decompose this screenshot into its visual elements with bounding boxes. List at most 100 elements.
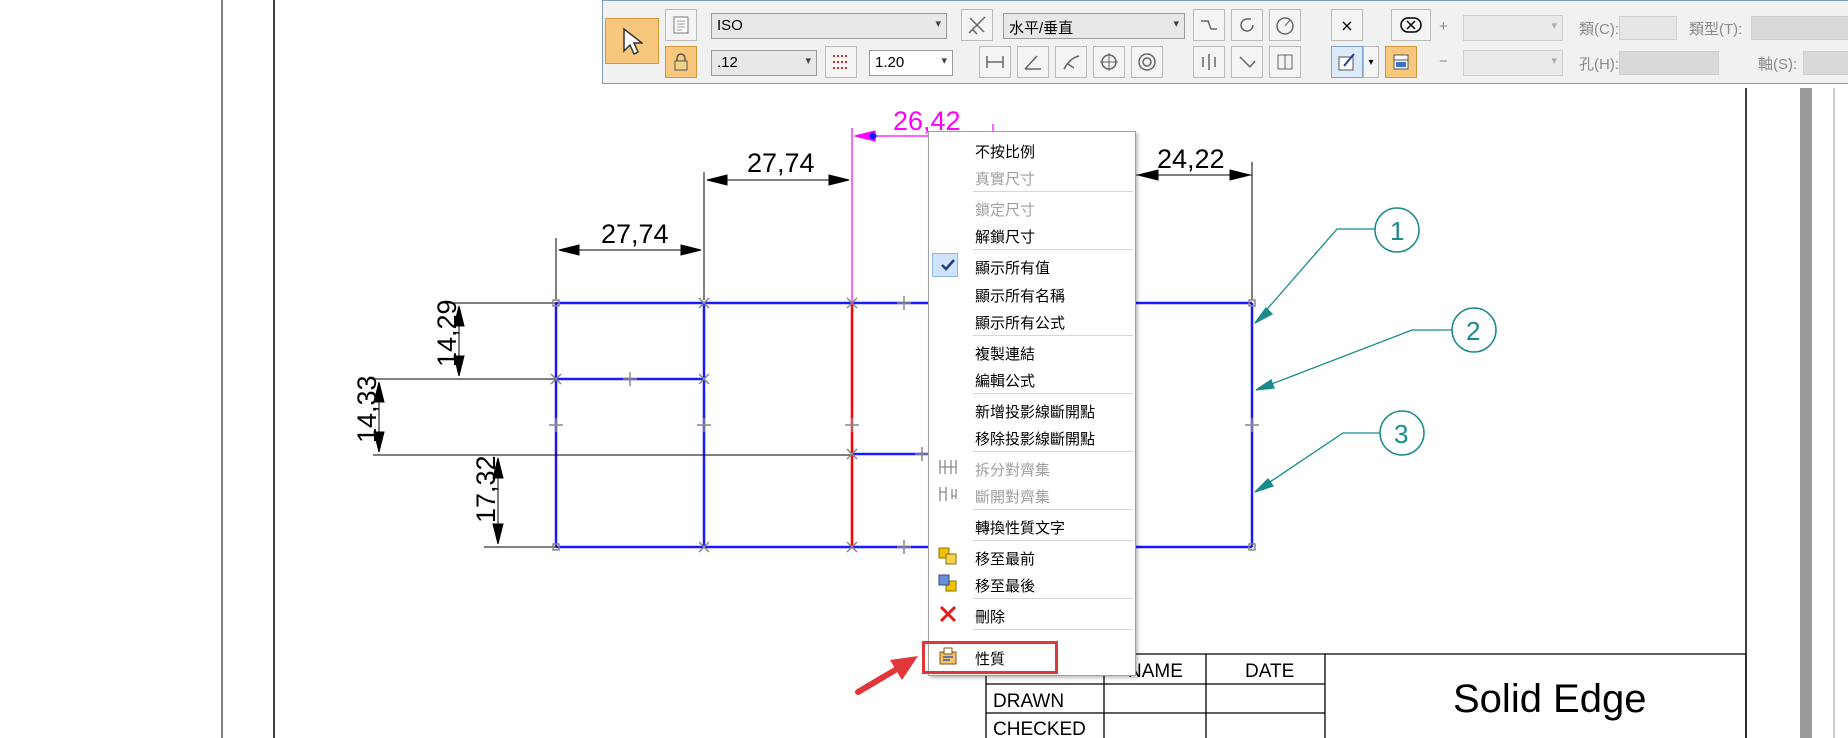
break-line-icon bbox=[1201, 20, 1217, 30]
projection-break-button[interactable] bbox=[1193, 46, 1225, 78]
lower-tolerance-select[interactable]: ▾ bbox=[1463, 50, 1563, 76]
tolerance-x-icon bbox=[1400, 17, 1422, 33]
dim-27-74-lower[interactable]: 27,74 bbox=[601, 219, 669, 249]
linear-dimension-icon bbox=[986, 56, 1004, 68]
scale-select[interactable]: 1.20 ▾ bbox=[869, 50, 953, 76]
chevron-down-icon: ▾ bbox=[1551, 20, 1557, 32]
menu-separator bbox=[973, 393, 1133, 394]
menu-item-not-to-scale[interactable]: 不按比例 bbox=[930, 136, 1134, 162]
dim-17-32[interactable]: 17,32 bbox=[471, 455, 501, 523]
chevron-down-icon: ▾ bbox=[805, 55, 811, 67]
diameter-icon bbox=[1100, 53, 1118, 71]
balloon-2[interactable]: 2 bbox=[1451, 307, 1497, 353]
lock-icon bbox=[674, 53, 688, 71]
menu-item-send-to-back[interactable]: 移至最後 bbox=[930, 570, 1134, 596]
chevron-down-icon: ▾ bbox=[941, 55, 947, 67]
break-dimension-button[interactable] bbox=[1193, 9, 1225, 41]
menu-separator bbox=[973, 598, 1133, 599]
menu-item-show-all-formulas[interactable]: 顯示所有公式 bbox=[930, 307, 1134, 333]
menu-separator bbox=[973, 249, 1133, 250]
title-checked-label: CHECKED bbox=[993, 719, 1086, 738]
diameter-dimension-button[interactable] bbox=[1093, 46, 1125, 78]
title-product-name: Solid Edge bbox=[1453, 677, 1646, 721]
title-name-header: NAME bbox=[1128, 661, 1183, 682]
lock-button[interactable] bbox=[665, 46, 697, 78]
menu-item-split-alignment-set: 拆分對齊集 bbox=[930, 454, 1134, 480]
balloon-leaders bbox=[1254, 228, 1454, 493]
edit-text-button[interactable] bbox=[1331, 46, 1363, 78]
style-button[interactable] bbox=[665, 9, 697, 41]
checkmark-icon bbox=[937, 255, 959, 275]
orientation-select[interactable]: 水平/垂直 ▾ bbox=[1003, 13, 1185, 39]
menu-item-bring-to-front[interactable]: 移至最前 bbox=[930, 543, 1134, 569]
menu-separator bbox=[973, 191, 1133, 192]
rotate-dimension-button[interactable] bbox=[1231, 9, 1263, 41]
standard-select[interactable]: ISO ▾ bbox=[711, 13, 947, 39]
pointer-arrow-icon bbox=[623, 27, 643, 55]
hole-field[interactable] bbox=[1619, 51, 1719, 75]
angle-arc-button[interactable] bbox=[1269, 9, 1301, 41]
menu-item-true-dimension: 真實尺寸 bbox=[975, 171, 1036, 188]
rotate-icon bbox=[1240, 18, 1254, 32]
dimension-toolbar: ISO ▾ .12 ▾ 1.20 ▾ 水平/垂直 ▾ × ▾ + − ▾ ▾ 類… bbox=[602, 0, 1848, 84]
vertical-scrollbar[interactable] bbox=[1800, 88, 1812, 738]
sketch-geometry[interactable] bbox=[554, 301, 1254, 549]
bring-to-front-icon bbox=[937, 546, 959, 566]
menu-item-show-all-values[interactable]: 顯示所有值 bbox=[930, 252, 1134, 278]
dim-14-33[interactable]: 14,33 bbox=[352, 375, 382, 443]
menu-item-delete[interactable]: 刪除 bbox=[930, 601, 1134, 627]
menu-item-unlock-dimension[interactable]: 解鎖尺寸 bbox=[930, 221, 1134, 247]
select-tool-button[interactable] bbox=[605, 18, 659, 64]
menu-item-remove-projection-break[interactable]: 移除投影線斷開點 bbox=[930, 423, 1134, 449]
minus-sign: − bbox=[1439, 53, 1448, 70]
dimension-axis-button[interactable] bbox=[961, 9, 993, 41]
leader-dimension-button[interactable] bbox=[1231, 46, 1263, 78]
svg-text:2: 2 bbox=[1466, 316, 1480, 346]
radial-dimension-button[interactable] bbox=[1055, 46, 1087, 78]
menu-item-convert-property-text[interactable]: 轉換性質文字 bbox=[930, 512, 1134, 538]
svg-text:3: 3 bbox=[1394, 419, 1408, 449]
menu-separator bbox=[973, 451, 1133, 452]
axis-field[interactable] bbox=[1803, 51, 1848, 75]
balloon-3[interactable]: 3 bbox=[1379, 410, 1425, 456]
menu-separator bbox=[973, 335, 1133, 336]
drawing-canvas[interactable]: 26,42 27,74 27,74 24,22 14,29 14,33 17,3… bbox=[0, 0, 1848, 738]
menu-item-copy-link[interactable]: 複製連結 bbox=[930, 338, 1134, 364]
tolerance-format-button[interactable] bbox=[825, 46, 857, 78]
menu-item-edit-formula[interactable]: 編輯公式 bbox=[930, 365, 1134, 391]
menu-item-show-all-names[interactable]: 顯示所有名稱 bbox=[930, 280, 1134, 306]
concentric-icon bbox=[1138, 53, 1156, 71]
upper-tolerance-select[interactable]: ▾ bbox=[1463, 15, 1563, 41]
menu-separator bbox=[973, 509, 1133, 510]
dimension-style-icon bbox=[1393, 54, 1409, 70]
menu-item-add-projection-break[interactable]: 新增投影線斷開點 bbox=[930, 396, 1134, 422]
linear-dimension-button[interactable] bbox=[979, 46, 1011, 78]
menu-item-break-alignment-set: 斷開對齊集 bbox=[930, 481, 1134, 507]
title-drawn-label: DRAWN bbox=[993, 691, 1064, 712]
leader-icon bbox=[1239, 56, 1256, 68]
angle-dimension-button[interactable] bbox=[1017, 46, 1049, 78]
edit-text-dropdown[interactable]: ▾ bbox=[1363, 46, 1379, 78]
align-dimension-button[interactable] bbox=[1269, 46, 1301, 78]
balloon-1[interactable]: 1 bbox=[1374, 207, 1420, 253]
menu-item-lock-dimension: 鎖定尺寸 bbox=[975, 202, 1036, 219]
class-field[interactable] bbox=[1619, 16, 1677, 40]
svg-text:1: 1 bbox=[1390, 216, 1404, 246]
axis-label: 軸(S): bbox=[1758, 56, 1798, 73]
plus-sign: + bbox=[1439, 18, 1448, 35]
angle-arc-icon bbox=[1276, 17, 1294, 35]
vertex-markers bbox=[549, 296, 1259, 554]
type-field[interactable] bbox=[1751, 16, 1848, 40]
chevron-down-icon: ▾ bbox=[935, 18, 941, 30]
tolerance-button[interactable] bbox=[1391, 9, 1431, 41]
style-sheet-icon bbox=[673, 16, 689, 34]
dim-24-22[interactable]: 24,22 bbox=[1157, 144, 1225, 174]
clear-button[interactable]: × bbox=[1331, 9, 1363, 41]
concentric-dimension-button[interactable] bbox=[1131, 46, 1163, 78]
radial-dimension-icon bbox=[1063, 55, 1080, 70]
dim-14-29[interactable]: 14,29 bbox=[432, 299, 462, 367]
dimension-style-button[interactable] bbox=[1385, 46, 1417, 78]
precision-select[interactable]: .12 ▾ bbox=[711, 50, 817, 76]
delete-x-icon bbox=[937, 604, 959, 624]
dim-27-74-upper[interactable]: 27,74 bbox=[747, 148, 815, 178]
